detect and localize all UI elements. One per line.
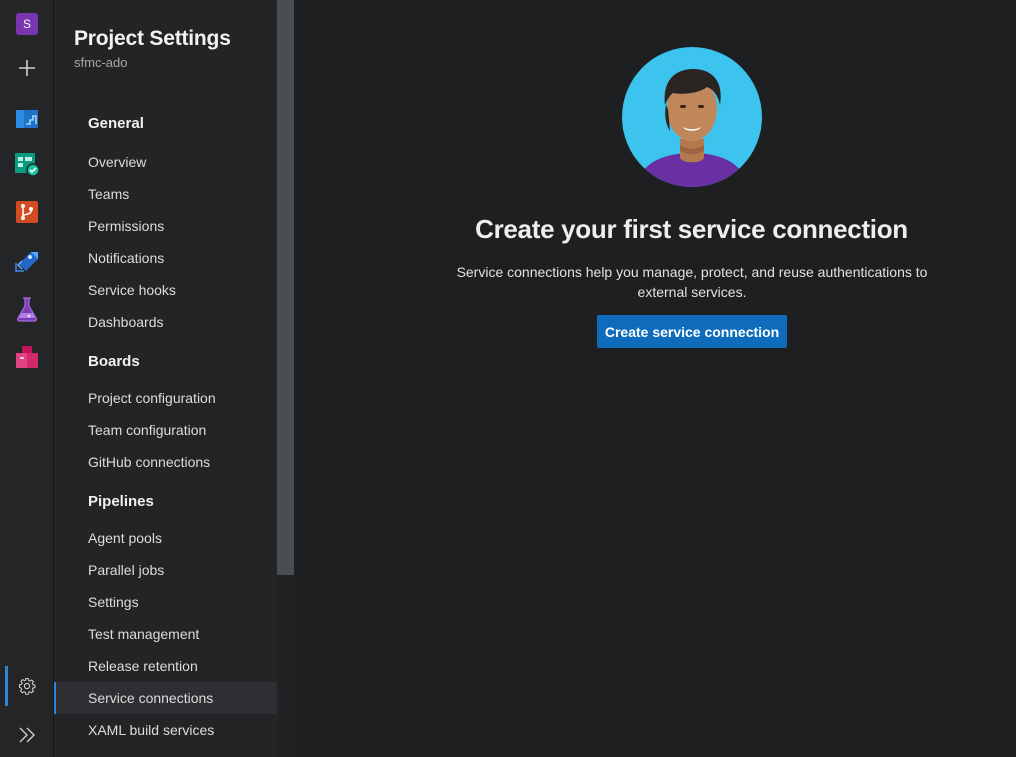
app-window: S Project Settings sfmc-ado General Over… [0, 0, 1016, 757]
section-heading-boards: Boards [88, 353, 140, 370]
nav-item-release-retention[interactable]: Release retention [54, 650, 277, 682]
settings-button[interactable] [5, 666, 48, 706]
nav-item-team-configuration[interactable]: Team configuration [54, 414, 277, 446]
page-title: Project Settings [74, 27, 231, 50]
empty-state-headline: Create your first service connection [475, 214, 908, 244]
organization-avatar[interactable]: S [6, 4, 48, 44]
nav-item-permissions[interactable]: Permissions [54, 210, 277, 242]
navigation-rail: S [0, 0, 54, 757]
pipelines-icon[interactable] [6, 240, 48, 280]
nav-item-agent-pools[interactable]: Agent pools [54, 522, 277, 554]
nav-item-service-connections[interactable]: Service connections [54, 682, 277, 714]
nav-scrollbar-thumb[interactable] [277, 0, 294, 575]
test-plans-icon[interactable] [6, 289, 48, 329]
double-chevron-right-icon [19, 727, 35, 743]
nav-item-teams[interactable]: Teams [54, 178, 277, 210]
nav-item-settings[interactable]: Settings [54, 586, 277, 618]
section-heading-general: General [88, 115, 144, 132]
create-service-connection-button[interactable]: Create service connection [597, 315, 787, 348]
project-name: sfmc-ado [74, 55, 128, 70]
boards-icon[interactable] [6, 144, 48, 184]
nav-item-test-management[interactable]: Test management [54, 618, 277, 650]
expand-sidebar-button[interactable] [6, 715, 48, 755]
nav-item-parallel-jobs[interactable]: Parallel jobs [54, 554, 277, 586]
artifacts-icon[interactable] [6, 337, 48, 377]
nav-item-dashboards[interactable]: Dashboards [54, 306, 277, 338]
person-avatar-illustration [622, 47, 762, 187]
nav-item-overview[interactable]: Overview [54, 146, 277, 178]
nav-item-project-configuration[interactable]: Project configuration [54, 382, 277, 414]
settings-nav-list: General Overview Teams Permissions Notif… [54, 100, 277, 746]
nav-item-github-connections[interactable]: GitHub connections [54, 446, 277, 478]
overview-icon[interactable] [6, 97, 48, 137]
new-icon[interactable] [6, 48, 48, 88]
nav-item-notifications[interactable]: Notifications [54, 242, 277, 274]
section-heading-pipelines: Pipelines [88, 493, 154, 510]
organization-avatar-initial: S [16, 13, 38, 35]
main-content: Create your first service connection Ser… [295, 0, 1016, 757]
gear-icon [18, 677, 36, 695]
nav-item-xaml-build-services[interactable]: XAML build services [54, 714, 277, 746]
nav-item-service-hooks[interactable]: Service hooks [54, 274, 277, 306]
repos-icon[interactable] [6, 192, 48, 232]
empty-state-description: Service connections help you manage, pro… [456, 264, 928, 300]
settings-navigation: Project Settings sfmc-ado General Overvi… [54, 0, 295, 757]
